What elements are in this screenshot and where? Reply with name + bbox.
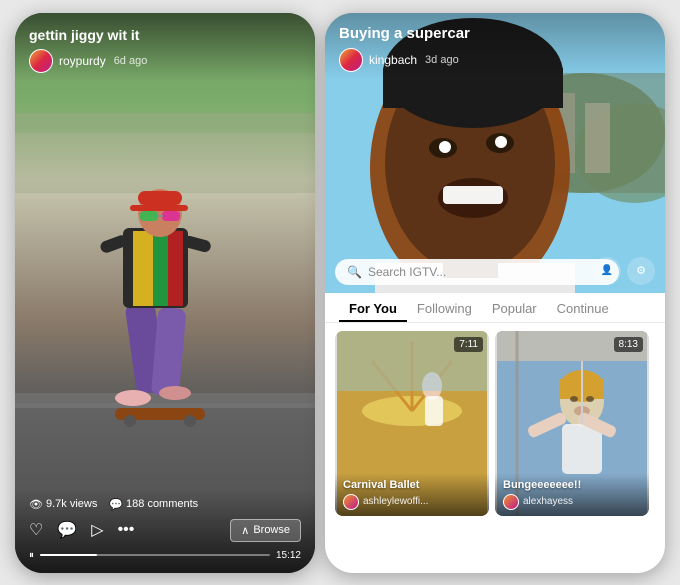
profile-icon-circle[interactable]: 👤 — [593, 257, 621, 285]
left-overlay-bottom: 👁 9.7k views 💬 188 comments ♡ 💬 ▷ ••• — [15, 490, 315, 573]
left-phone: gettin jiggy wit it roypurdy 6d ago 👁 9.… — [15, 13, 315, 573]
progress-row: ⏸ 15:12 — [29, 550, 301, 561]
progress-fill — [40, 554, 97, 556]
tab-for-you[interactable]: For You — [339, 293, 407, 322]
thumb-1-info: Carnival Ballet ashleylewoffi... — [335, 473, 489, 516]
thumbnails-row: 7:11 Carnival Ballet ashleylewoffi... — [325, 323, 665, 524]
right-time-ago: 3d ago — [425, 54, 459, 66]
thumb-2-user-row: alexhayess — [503, 494, 641, 510]
comment-icon[interactable]: 💬 — [57, 520, 77, 540]
left-avatar — [29, 49, 53, 73]
comment-icon-stat: 💬 — [109, 498, 123, 511]
search-placeholder-text: Search IGTV... — [368, 265, 446, 279]
right-hero-video: Buying a supercar kingbach 3d ago 🔍 Sear… — [325, 13, 665, 293]
tab-popular[interactable]: Popular — [482, 293, 547, 322]
right-username[interactable]: kingbach — [369, 53, 417, 67]
comments-count: 188 comments — [126, 498, 198, 510]
thumb-1-title: Carnival Ballet — [343, 479, 481, 491]
thumb-2-title: Bungeeeeeee!! — [503, 479, 641, 491]
thumb-2-username: alexhayess — [523, 496, 573, 507]
left-username[interactable]: roypurdy — [59, 54, 106, 68]
action-icons-group: ♡ 💬 ▷ ••• — [29, 520, 134, 540]
app-container: gettin jiggy wit it roypurdy 6d ago 👁 9.… — [5, 3, 675, 583]
right-hero-overlay: Buying a supercar kingbach 3d ago — [325, 13, 665, 80]
right-user-row: kingbach 3d ago — [339, 48, 651, 72]
right-avatar — [339, 48, 363, 72]
browse-button[interactable]: ∧ Browse — [230, 519, 301, 542]
comments-stat: 💬 188 comments — [109, 498, 198, 511]
tab-continue[interactable]: Continue — [547, 293, 619, 322]
gear-icon: ⚙ — [636, 264, 646, 277]
thumbnail-card-1[interactable]: 7:11 Carnival Ballet ashleylewoffi... — [335, 331, 489, 516]
duration-text: 15:12 — [276, 550, 301, 561]
stats-row: 👁 9.7k views 💬 188 comments — [29, 498, 301, 511]
thumb-2-avatar — [503, 494, 519, 510]
left-overlay-top: gettin jiggy wit it roypurdy 6d ago — [15, 13, 315, 81]
eye-icon: 👁 — [29, 498, 43, 511]
thumbnail-card-2[interactable]: 8:13 Bungeeeeeee!! alexhayess — [495, 331, 649, 516]
thumb-1-duration: 7:11 — [454, 337, 483, 352]
share-icon[interactable]: ▷ — [91, 520, 103, 540]
views-count: 9.7k views — [46, 498, 97, 510]
more-icon[interactable]: ••• — [118, 521, 135, 539]
actions-row: ♡ 💬 ▷ ••• ∧ Browse — [29, 519, 301, 542]
views-stat: 👁 9.7k views — [29, 498, 97, 511]
right-phone: Buying a supercar kingbach 3d ago 🔍 Sear… — [325, 13, 665, 573]
browse-label: Browse — [253, 524, 290, 536]
thumb-1-user-row: ashleylewoffi... — [343, 494, 481, 510]
thumb-2-duration: 8:13 — [614, 337, 643, 352]
thumb-1-avatar — [343, 494, 359, 510]
tab-following[interactable]: Following — [407, 293, 482, 322]
video-background: gettin jiggy wit it roypurdy 6d ago 👁 9.… — [15, 13, 315, 573]
search-bar[interactable]: 🔍 Search IGTV... — [335, 259, 619, 285]
profile-avatar-icon: 👤 — [601, 265, 613, 276]
tabs-row: For You Following Popular Continue — [325, 293, 665, 323]
right-hero-title: Buying a supercar — [339, 25, 651, 42]
browse-chevron: ∧ — [241, 524, 249, 537]
settings-icon-circle[interactable]: ⚙ — [627, 257, 655, 285]
search-icon: 🔍 — [347, 265, 362, 279]
thumb-2-info: Bungeeeeeee!! alexhayess — [495, 473, 649, 516]
pause-icon[interactable]: ⏸ — [29, 550, 34, 561]
left-time-ago: 6d ago — [114, 55, 148, 67]
like-icon[interactable]: ♡ — [29, 520, 43, 540]
progress-bar[interactable] — [40, 554, 270, 556]
left-user-row: roypurdy 6d ago — [29, 49, 301, 73]
left-video-title: gettin jiggy wit it — [29, 27, 301, 43]
thumb-1-username: ashleylewoffi... — [363, 496, 428, 507]
hero-right-icons: 👤 ⚙ — [593, 257, 655, 285]
skater-figure — [15, 13, 315, 573]
